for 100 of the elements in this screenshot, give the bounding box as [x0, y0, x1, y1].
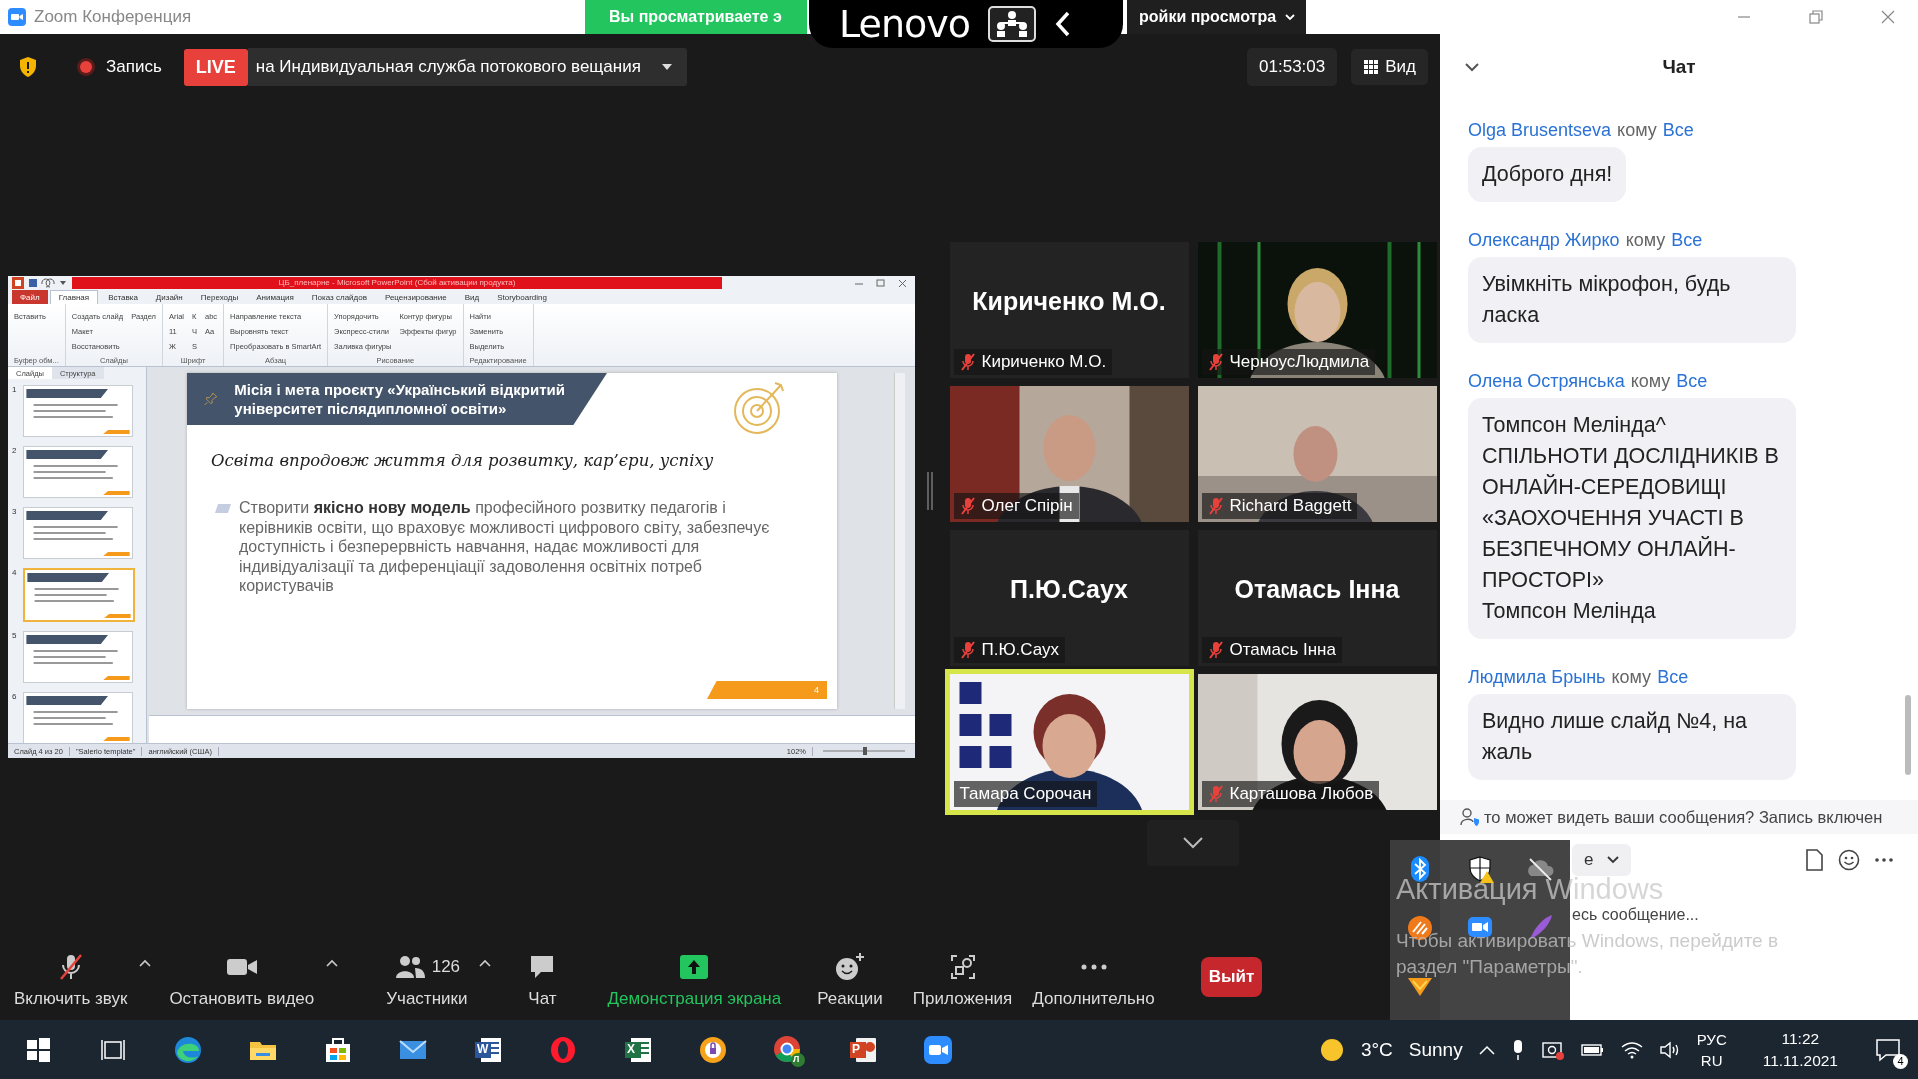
participant-label: Отамась Інна: [1229, 640, 1336, 660]
toolbar-button[interactable]: Включить звук: [4, 947, 138, 1013]
ribbon-tab[interactable]: Вставка: [100, 290, 146, 304]
ribbon-tab[interactable]: Показ слайдов: [303, 290, 375, 304]
emoji-icon[interactable]: [1838, 849, 1860, 871]
chat-title: Чат: [1662, 56, 1696, 78]
ribbon-tab[interactable]: Вид: [456, 290, 488, 304]
scrollbar[interactable]: [1905, 695, 1911, 775]
person-shield-icon[interactable]: [1460, 807, 1480, 827]
app-letter: Л: [793, 1054, 800, 1064]
view-button[interactable]: Вид: [1351, 49, 1428, 85]
participant-label: Кириченко М.О.: [981, 352, 1107, 372]
participant-label: П.Ю.Саух: [981, 640, 1060, 660]
scrollbar[interactable]: [894, 373, 905, 709]
recipient-name: Все: [1662, 120, 1694, 141]
caret-icon[interactable]: [1284, 13, 1297, 21]
participant-name: Кириченко М.О.: [972, 286, 1166, 316]
app-letter: X: [627, 1042, 635, 1056]
notifications-icon[interactable]: [1874, 1036, 1902, 1063]
close-icon[interactable]: [1880, 9, 1896, 25]
participant-label: Тамара Сорочан: [959, 784, 1092, 804]
to-label: кому: [1630, 371, 1671, 392]
slide-number: 1: [12, 385, 18, 394]
chevron-left-icon[interactable]: [1053, 10, 1072, 38]
grid-icon[interactable]: [1363, 59, 1380, 75]
speaker-icon[interactable]: [1658, 1039, 1681, 1060]
sender-name[interactable]: Olga Brusentseva: [1468, 120, 1612, 141]
slide-thumbnail[interactable]: [23, 692, 133, 743]
participant-label: ЧерноусЛюдмила: [1229, 352, 1370, 372]
chevron-up-icon[interactable]: [1478, 1044, 1495, 1055]
to-label: кому: [1625, 230, 1666, 251]
battery-icon[interactable]: [1580, 1042, 1605, 1057]
ribbon-tab[interactable]: Рецензирование: [376, 290, 455, 304]
file-icon[interactable]: [1804, 849, 1824, 871]
temperature[interactable]: 3°C: [1360, 1038, 1393, 1061]
quick-access-icon: [28, 278, 68, 288]
powerpoint-icon: [12, 277, 24, 289]
clock-time[interactable]: 11:22: [1781, 1029, 1820, 1048]
window-title: Zoom Конференция: [34, 7, 192, 27]
slide-thumbnail[interactable]: [23, 568, 135, 622]
participant-label: Олег Спірін: [981, 496, 1073, 516]
ribbon-tab[interactable]: Анимация: [248, 290, 302, 304]
brand-logo: Lenovo: [839, 2, 970, 46]
meeting-timer: 01:53:03: [1247, 48, 1338, 86]
toolbar-button[interactable]: Демонстрация экрана: [591, 947, 798, 1013]
to-label: кому: [1617, 120, 1657, 141]
slide-number: 2: [12, 446, 18, 455]
splitter-handle[interactable]: [926, 472, 934, 510]
sun-icon[interactable]: [1318, 1036, 1345, 1063]
app-letter: P: [852, 1042, 860, 1056]
zoom-logo-icon: [8, 8, 26, 26]
toolbar-button[interactable]: Реакции: [807, 947, 893, 1013]
people-icon[interactable]: [987, 6, 1036, 42]
message-bubble: Доброго дня!: [1468, 147, 1627, 202]
wifi-icon[interactable]: [1620, 1040, 1643, 1059]
toolbar-button[interactable]: Чат: [517, 947, 568, 1013]
caret-icon[interactable]: [1607, 856, 1620, 864]
chevron-down-icon[interactable]: [1182, 836, 1204, 850]
toolbar-button[interactable]: Дополнительно: [1022, 947, 1165, 1013]
record-label[interactable]: Запись: [106, 57, 162, 77]
ribbon-tab[interactable]: Главная: [49, 290, 99, 304]
recipient-name: Все: [1657, 667, 1689, 688]
share-screen-icon[interactable]: [678, 952, 711, 982]
participant-name: П.Ю.Саух: [1010, 574, 1128, 604]
ribbon-tab[interactable]: Дизайн: [147, 290, 191, 304]
toolbar-button[interactable]: Остановить видео: [159, 947, 325, 1013]
participant-count: 126: [431, 957, 461, 977]
slide-thumbnail[interactable]: [23, 631, 133, 683]
slide-number: 5: [12, 631, 18, 640]
stream-target-dropdown[interactable]: на Индивидуальная служба потокового вещания: [247, 48, 687, 86]
ribbon-tab[interactable]: Переходы: [192, 290, 247, 304]
toolbar-button[interactable]: 126 Участники: [376, 947, 478, 1013]
slide-thumbnail[interactable]: [23, 446, 133, 498]
recipient-dropdown[interactable]: е: [1572, 844, 1632, 876]
input-language[interactable]: РУС: [1696, 1030, 1727, 1048]
leave-button[interactable]: Выйт: [1200, 957, 1263, 997]
app-letter: W: [477, 1042, 489, 1056]
view-options-button[interactable]: ройки просмотра: [1127, 0, 1307, 34]
keyboard-layout[interactable]: RU: [1700, 1051, 1723, 1069]
to-label: кому: [1611, 667, 1652, 688]
clock-date[interactable]: 11.11.2021: [1762, 1051, 1838, 1070]
restore-icon[interactable]: [1808, 9, 1824, 25]
page-number: 4: [814, 685, 819, 695]
ribbon-tab[interactable]: Файл: [12, 290, 48, 304]
weather-label[interactable]: Sunny: [1408, 1038, 1463, 1061]
record-dot-icon: [76, 57, 96, 77]
smiley-plus-icon[interactable]: [834, 952, 866, 982]
live-badge: LIVE: [183, 48, 248, 86]
slide-paragraph: Створити якісно нову модель професійного розвитку педагогів і керівників освіти, що враховує можливості цифрового світу, забезпечує доступність і безперервність навчання, надає можливості для індивідуалізації та диференціації задоволення освітніх потреб користувачів: [239, 498, 771, 596]
caret-icon[interactable]: [660, 63, 673, 71]
ribbon-tab[interactable]: Storyboarding: [489, 290, 555, 304]
more-icon[interactable]: [1874, 857, 1894, 863]
slide-thumbnail[interactable]: [23, 507, 133, 559]
sender-name[interactable]: Людмила Брынь: [1468, 667, 1606, 688]
sender-name[interactable]: Олена Острянська: [1468, 371, 1625, 392]
chevron-down-icon[interactable]: [1464, 62, 1480, 72]
slide-thumbnail[interactable]: [23, 385, 133, 437]
slide-title: Місія і мета проєкту «Український відкритий університет післядипломної освіти»: [234, 380, 566, 418]
sender-name[interactable]: Олександр Жирко: [1468, 230, 1620, 251]
toolbar-button[interactable]: Приложения: [902, 947, 1023, 1013]
